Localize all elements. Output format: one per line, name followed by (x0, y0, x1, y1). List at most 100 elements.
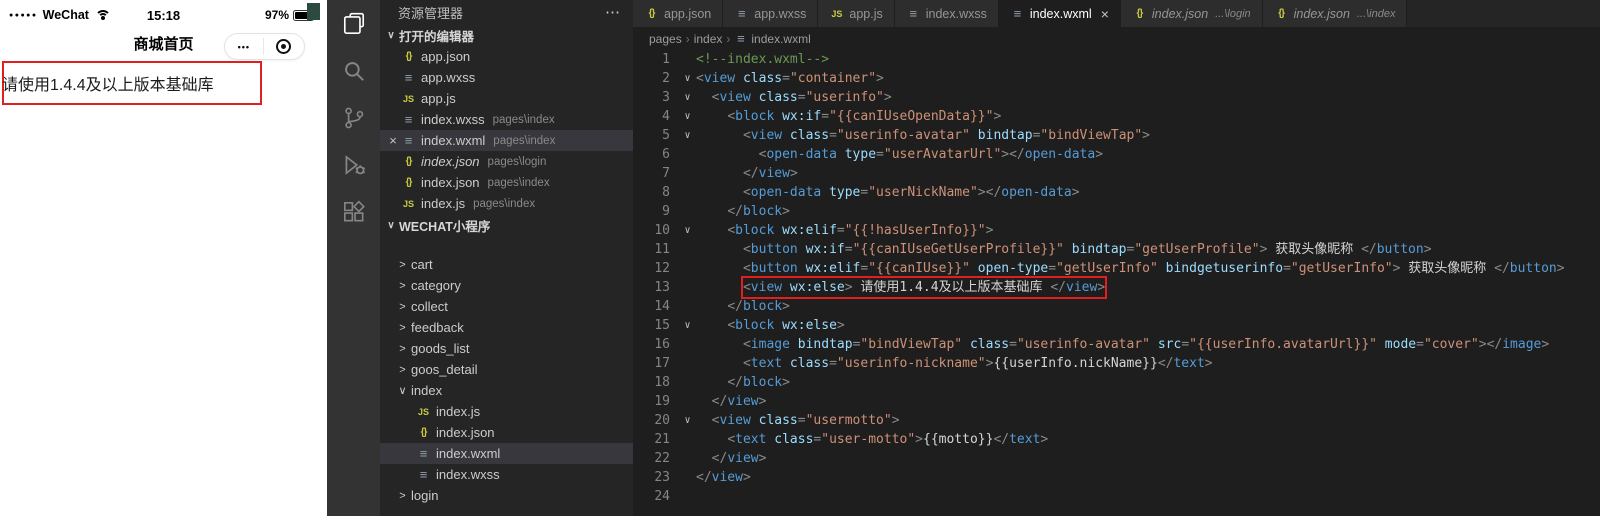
breadcrumb-item[interactable]: pages (649, 32, 682, 46)
wxss-file-icon: ≡ (404, 112, 413, 127)
editor-tab[interactable]: ≡ index.wxml × (998, 0, 1121, 27)
code-line[interactable]: 18 </block> (633, 373, 1600, 392)
code-line[interactable]: 3 ∨ <view class="userinfo"> (633, 88, 1600, 107)
chevron-right-icon: > (399, 300, 406, 313)
fold-chevron-icon[interactable]: ∨ (679, 107, 696, 126)
code-token: view (758, 166, 790, 181)
tree-folder[interactable]: > cart (380, 254, 633, 275)
code-line[interactable]: 5 ∨ <view class="userinfo-avatar" bindtap… (633, 126, 1600, 145)
code-line[interactable]: 23 </view> (633, 468, 1600, 487)
code-line[interactable]: 2 ∨ <view class="container"> (633, 69, 1600, 88)
minimize-button-icon[interactable] (276, 39, 292, 54)
editor-tab[interactable]: ≡ index.wxss (894, 0, 999, 27)
breadcrumb-item[interactable]: ≡ index.wxml (734, 31, 811, 46)
open-editor-item[interactable]: {} index.json pages\login (380, 151, 633, 172)
code-token: > (1556, 261, 1565, 276)
code-token: open-data (1001, 185, 1072, 200)
code-line[interactable]: 8 <open-data type="userNickName"></open-… (633, 183, 1600, 202)
code-line[interactable]: 6 <open-data type="userAvatarUrl"></open… (633, 145, 1600, 164)
editor-tab[interactable]: ≡ app.wxss (723, 0, 819, 27)
open-editor-item[interactable]: JS index.js pages\index (380, 193, 633, 214)
run-debug-icon[interactable] (327, 141, 380, 188)
tree-file[interactable]: {} index.json (380, 422, 633, 443)
code-line[interactable]: 1 <!--index.wxml--> (633, 50, 1600, 69)
tree-folder[interactable]: > category (380, 275, 633, 296)
code-line[interactable]: 16 <image bindtap="bindViewTap" class="u… (633, 335, 1600, 354)
code-line[interactable]: 20 ∨ <view class="usermotto"> (633, 411, 1600, 430)
code-line[interactable]: 24 (633, 487, 1600, 506)
tree-folder[interactable]: > collect (380, 296, 633, 317)
source-control-icon[interactable] (327, 94, 380, 141)
tree-folder[interactable]: > login (380, 485, 633, 506)
code-line[interactable]: 15 ∨ <block wx:else> (633, 316, 1600, 335)
status-bar: ●●●●● WeChat 15:18 97% (0, 0, 327, 30)
fold-chevron-icon[interactable]: ∨ (679, 88, 696, 107)
code-token: "userinfo" (805, 90, 884, 105)
more-button[interactable]: ••• (238, 42, 250, 52)
fold-chevron-icon[interactable]: ∨ (679, 221, 696, 240)
json-file-icon: {} (1136, 8, 1143, 19)
breadcrumb-item[interactable]: index (694, 32, 723, 46)
code-text: <block wx:if="{{canIUseOpenData}}"> (696, 107, 1600, 126)
extensions-icon[interactable] (327, 188, 380, 235)
fold-chevron-icon[interactable]: ∨ (679, 316, 696, 335)
fold-chevron-icon[interactable]: ∨ (679, 411, 696, 430)
code-token: = (1181, 337, 1190, 352)
code-text: <button wx:if="{{canIUseGetUserProfile}}… (696, 240, 1600, 259)
code-line[interactable]: 14 </block> (633, 297, 1600, 316)
code-line[interactable]: 7 </view> (633, 164, 1600, 183)
code-line[interactable]: 11 <button wx:if="{{canIUseGetUserProfil… (633, 240, 1600, 259)
tree-folder[interactable]: ∨ index (380, 380, 633, 401)
fold-chevron-icon[interactable]: ∨ (679, 69, 696, 88)
code-line[interactable]: 10 ∨ <block wx:elif="{{!hasUserInfo}}"> (633, 221, 1600, 240)
workspace-header[interactable]: ∨ WECHAT小程序 (380, 214, 633, 236)
editor-tab[interactable]: JS app.js (818, 0, 895, 27)
files-icon[interactable] (327, 0, 380, 47)
close-icon[interactable]: × (1101, 7, 1109, 21)
code-tokens: </block> (727, 373, 790, 392)
json-file-icon: {} (405, 51, 413, 62)
tree-folder[interactable]: > goods_list (380, 338, 633, 359)
editor-tab[interactable]: {} app.json (633, 0, 724, 27)
editor-tab[interactable]: {} index.json ...\login (1120, 0, 1263, 27)
code-token: > (1095, 147, 1104, 162)
code-line[interactable]: 22 </view> (633, 449, 1600, 468)
open-editor-item[interactable]: {} index.json pages\index (380, 172, 633, 193)
code-line[interactable]: 13 <view wx:else> 请使用1.4.4及以上版本基础库 </vie… (633, 276, 1600, 299)
code-token: bindtap (969, 128, 1033, 143)
fold-chevron-icon[interactable]: ∨ (679, 126, 696, 145)
code-line[interactable]: 12 <button wx:elif="{{canIUse}}" open-ty… (633, 259, 1600, 278)
code-tokens: <button wx:if="{{canIUseGetUserProfile}}… (743, 240, 1432, 259)
code-tokens: <view class="container"> (696, 69, 884, 88)
code-line[interactable]: 4 ∨ <block wx:if="{{canIUseOpenData}}"> (633, 107, 1600, 126)
more-actions-icon[interactable]: ⋯ (605, 3, 621, 21)
code-line[interactable]: 19 </view> (633, 392, 1600, 411)
code-token: = (829, 356, 837, 371)
tree-file[interactable]: ≡ index.wxml (380, 443, 633, 464)
tree-file[interactable]: JS index.js (380, 401, 633, 422)
tree-folder[interactable]: > goos_detail (380, 359, 633, 380)
open-editor-item[interactable]: JS app.js (380, 88, 633, 109)
tree-file[interactable]: ≡ index.wxss (380, 464, 633, 485)
close-icon[interactable]: × (385, 133, 401, 148)
code-token: bindgetuserinfo (1157, 261, 1284, 276)
open-editor-item[interactable]: ≡ app.wxss (380, 67, 633, 88)
code-line[interactable]: 9 </block> (633, 202, 1600, 221)
tree-folder[interactable]: > feedback (380, 317, 633, 338)
code-editor[interactable]: 1 <!--index.wxml--> 2 ∨ <view class="contain… (633, 50, 1600, 516)
line-number: 5 (662, 128, 670, 143)
code-token: view (1066, 280, 1098, 295)
open-editor-item[interactable]: ≡ index.wxss pages\index (380, 109, 633, 130)
editor-tab[interactable]: {} index.json ...\index (1262, 0, 1408, 27)
code-line[interactable]: 17 <text class="userinfo-nickname">{{use… (633, 354, 1600, 373)
code-line[interactable]: 21 <text class="user-motto">{{motto}}</t… (633, 430, 1600, 449)
code-token: 获取头像昵称 (1267, 242, 1362, 257)
code-text: <view class="usermotto"> (696, 411, 1600, 430)
code-token: > (1142, 128, 1150, 143)
search-icon[interactable] (327, 47, 380, 94)
open-editor-item[interactable]: {} app.json (380, 46, 633, 67)
open-editor-item[interactable]: × ≡ index.wxml pages\index (380, 130, 633, 151)
open-editors-header[interactable]: ∨ 打开的编辑器 (380, 24, 633, 46)
